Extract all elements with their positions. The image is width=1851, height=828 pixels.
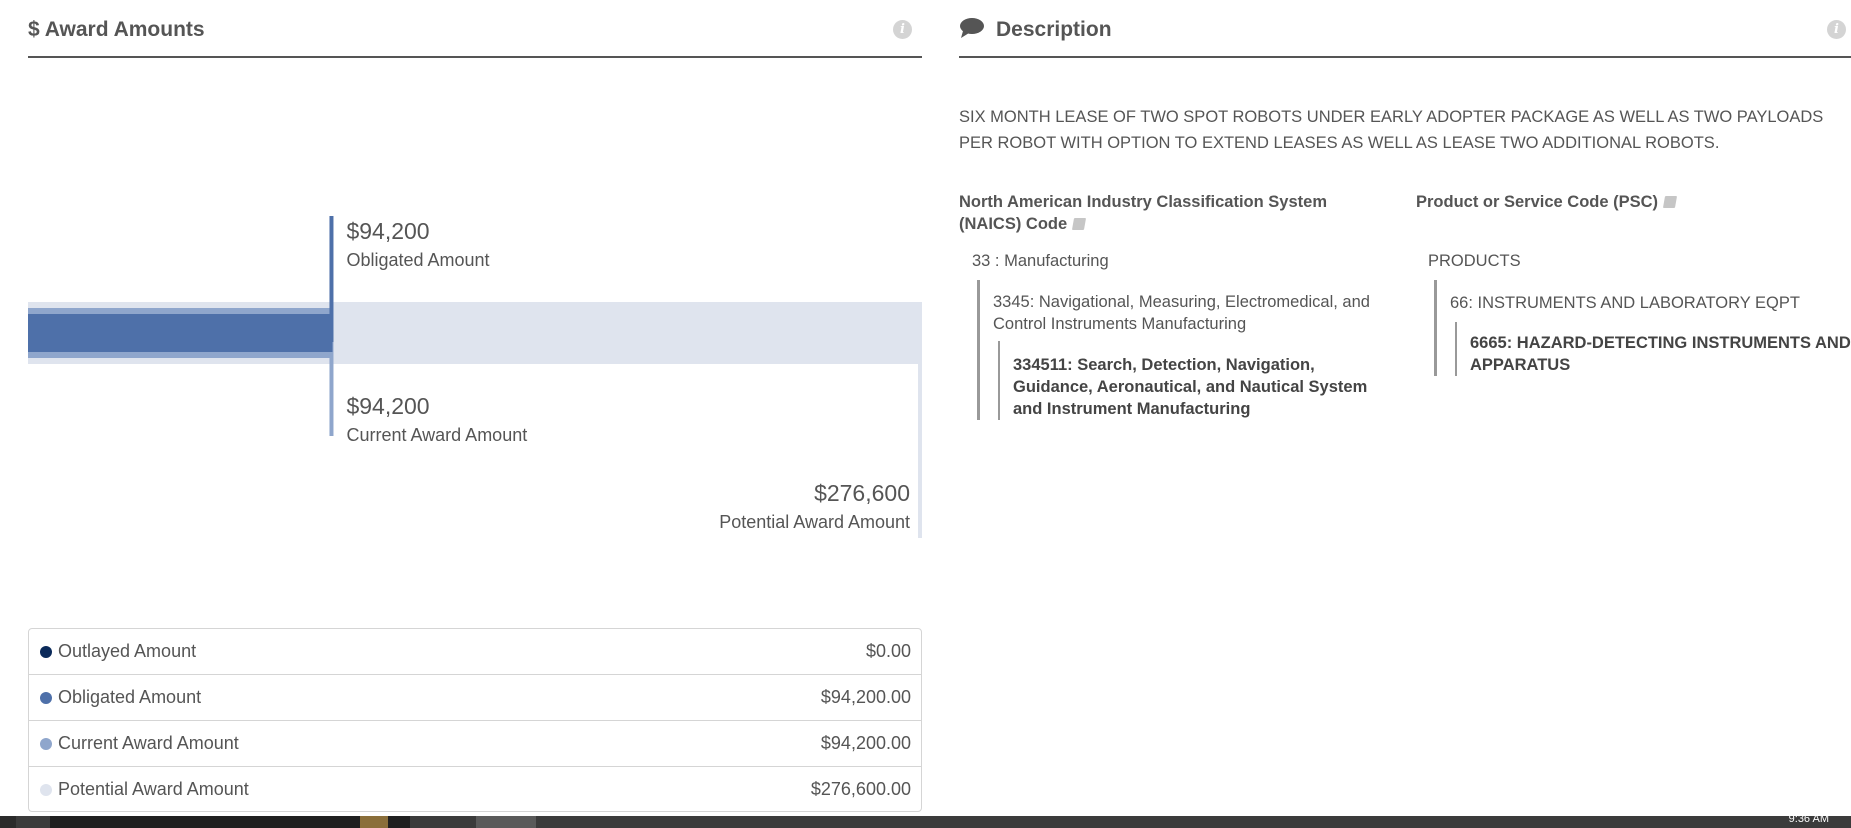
legend-label: Obligated Amount bbox=[58, 687, 202, 707]
legend-label: Outlayed Amount bbox=[58, 641, 197, 661]
naics-heading: North American Industry Classification S… bbox=[959, 191, 1327, 235]
naics-heading-line2: (NAICS) Code bbox=[959, 213, 1327, 235]
legend-row-potential: Potential Award Amount $276,600.00 bbox=[29, 767, 921, 813]
psc-level2-divider bbox=[1455, 322, 1457, 376]
description-text: SIX MONTH LEASE OF TWO SPOT ROBOTS UNDER… bbox=[959, 108, 1824, 152]
award-amounts-chart: $94,200 Obligated Amount $94,200 Current… bbox=[28, 190, 922, 550]
legend-value: $94,200.00 bbox=[820, 733, 911, 753]
naics-level2-line2: Control Instruments Manufacturing bbox=[993, 315, 1247, 333]
psc-level3-line2: APPARATUS bbox=[1470, 356, 1571, 374]
info-icon[interactable]: i bbox=[1827, 20, 1846, 39]
psc-heading: Product or Service Code (PSC) bbox=[1416, 191, 1678, 213]
naics-level2-line1: 3345: Navigational, Measuring, Electrome… bbox=[993, 293, 1370, 311]
psc-heading-text: Product or Service Code (PSC) bbox=[1416, 193, 1659, 211]
book-icon[interactable] bbox=[1663, 196, 1678, 208]
award-amounts-title: $ Award Amounts bbox=[28, 18, 205, 41]
obligated-dot-icon bbox=[40, 692, 52, 704]
psc-level2: 66: INSTRUMENTS AND LABORATORY EQPT bbox=[1450, 294, 1800, 312]
legend-row-outlayed: Outlayed Amount $0.00 bbox=[29, 629, 921, 675]
obligated-amount-marker bbox=[329, 216, 334, 342]
taskbar-app-icon[interactable] bbox=[476, 816, 536, 828]
outlayed-dot-icon bbox=[40, 646, 52, 658]
naics-level2-divider bbox=[998, 341, 1000, 420]
naics-heading-code: (NAICS) Code bbox=[959, 215, 1068, 233]
naics-level3-line2: Guidance, Aeronautical, and Nautical Sys… bbox=[1013, 378, 1368, 396]
psc-level3-line1: 6665: HAZARD-DETECTING INSTRUMENTS AND bbox=[1470, 334, 1851, 352]
current-award-amount-value: $94,200 bbox=[346, 393, 430, 419]
obligated-amount-bar bbox=[28, 314, 333, 352]
award-amounts-legend: Outlayed Amount $0.00 Obligated Amount $… bbox=[28, 628, 922, 812]
legend-row-obligated: Obligated Amount $94,200.00 bbox=[29, 675, 921, 721]
naics-level3: 334511: Search, Detection, Navigation, G… bbox=[1013, 354, 1367, 420]
potential-award-amount-value: $276,600 bbox=[814, 480, 910, 506]
legend-value: $94,200.00 bbox=[820, 687, 911, 707]
potential-dot-icon bbox=[40, 784, 52, 796]
psc-level1: PRODUCTS bbox=[1428, 252, 1521, 270]
legend-value: $0.00 bbox=[865, 641, 911, 661]
potential-award-amount-label: Potential Award Amount bbox=[719, 512, 910, 532]
naics-heading-line1: North American Industry Classification S… bbox=[959, 193, 1327, 211]
legend-value: $276,600.00 bbox=[810, 779, 911, 799]
obligated-amount-label: Obligated Amount bbox=[346, 250, 490, 270]
naics-level3-line3: and Instrument Manufacturing bbox=[1013, 400, 1251, 418]
award-amounts-header: $ Award Amounts i bbox=[28, 14, 922, 58]
info-icon[interactable]: i bbox=[893, 20, 912, 39]
psc-level1-divider bbox=[1434, 280, 1437, 376]
naics-level1: 33 : Manufacturing bbox=[972, 252, 1109, 270]
current-award-amount-label: Current Award Amount bbox=[346, 425, 528, 445]
psc-level3: 6665: HAZARD-DETECTING INSTRUMENTS AND A… bbox=[1470, 332, 1851, 376]
description-header: Description i bbox=[959, 14, 1851, 58]
current-dot-icon bbox=[40, 738, 52, 750]
legend-label: Potential Award Amount bbox=[58, 779, 249, 799]
start-button[interactable] bbox=[0, 816, 16, 828]
naics-level1-divider bbox=[977, 280, 980, 420]
taskbar-clock[interactable]: 9:36 AM bbox=[1789, 813, 1829, 825]
book-icon[interactable] bbox=[1072, 218, 1087, 230]
description-title: Description bbox=[996, 18, 1112, 41]
taskbar-app-icon[interactable] bbox=[360, 816, 388, 828]
taskbar: 9:36 AM bbox=[0, 813, 1851, 828]
obligated-amount-value: $94,200 bbox=[346, 218, 430, 244]
award-amounts-svg bbox=[28, 216, 922, 538]
naics-level2: 3345: Navigational, Measuring, Electrome… bbox=[993, 291, 1370, 335]
legend-row-current: Current Award Amount $94,200.00 bbox=[29, 721, 921, 767]
naics-level3-line1: 334511: Search, Detection, Navigation, bbox=[1013, 356, 1315, 374]
legend-label: Current Award Amount bbox=[58, 733, 239, 753]
taskbar-app-search[interactable] bbox=[50, 816, 410, 828]
speech-bubble-icon bbox=[960, 18, 984, 38]
potential-award-marker bbox=[918, 364, 922, 538]
